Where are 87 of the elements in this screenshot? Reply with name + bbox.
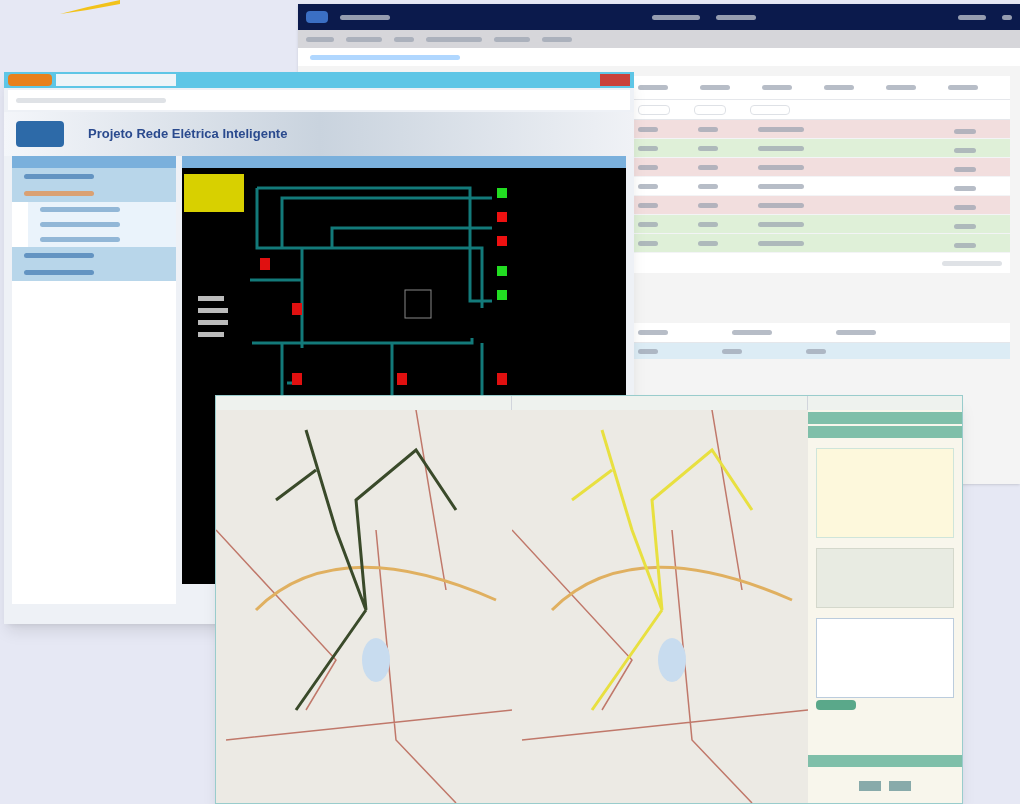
illegible-label	[694, 104, 726, 115]
browser-tab[interactable]	[56, 74, 176, 86]
illegible-label	[638, 85, 668, 90]
illegible-label	[758, 145, 804, 151]
illegible-label	[426, 36, 482, 42]
illegible-label	[762, 85, 792, 90]
illegible-label	[24, 253, 94, 258]
illegible-label	[698, 126, 718, 132]
illegible-label	[24, 270, 94, 275]
illegible-label	[638, 126, 658, 132]
illegible-label	[716, 14, 756, 20]
browser-menu-button[interactable]	[8, 74, 52, 86]
cancel-button[interactable]	[889, 781, 911, 791]
illegible-label	[942, 260, 1002, 266]
sidebar-item[interactable]	[12, 247, 176, 264]
ok-button[interactable]	[859, 781, 881, 791]
illegible-label	[758, 164, 804, 170]
illegible-label	[886, 85, 916, 90]
transformer-symbol	[292, 303, 302, 315]
illegible-label	[954, 148, 976, 153]
measurement-labels-drawing	[198, 296, 228, 337]
illegible-label	[638, 183, 658, 189]
sidebar-item[interactable]	[12, 185, 176, 202]
illegible-label	[1002, 14, 1012, 20]
illegible-label	[732, 330, 772, 335]
accordion-header[interactable]	[808, 755, 962, 767]
logo-icon	[16, 121, 64, 147]
illegible-label	[758, 221, 804, 227]
sidebar-item[interactable]	[12, 168, 176, 185]
action-button[interactable]	[816, 700, 856, 710]
transformer-symbol	[397, 373, 407, 385]
illegible-label	[954, 186, 976, 191]
illegible-label	[824, 85, 854, 90]
illegible-label	[24, 174, 94, 179]
illegible-label	[698, 164, 718, 170]
illegible-label	[24, 191, 94, 196]
illegible-label	[722, 348, 742, 354]
illegible-label	[758, 183, 804, 189]
illegible-label	[638, 240, 658, 246]
illegible-label	[698, 183, 718, 189]
illegible-label	[306, 36, 334, 42]
illegible-label	[698, 221, 718, 227]
illegible-label	[700, 85, 730, 90]
window-close-button[interactable]	[600, 74, 630, 86]
illegible-label	[638, 145, 658, 151]
illegible-label	[638, 348, 658, 354]
illegible-label	[758, 126, 804, 132]
illegible-label	[954, 224, 976, 229]
illegible-label	[958, 14, 986, 20]
station-name-label	[184, 174, 244, 212]
illegible-label	[542, 36, 572, 42]
swoosh-icon	[60, 0, 120, 14]
illegible-label	[652, 14, 700, 20]
illegible-label	[948, 85, 978, 90]
illegible-label	[638, 221, 658, 227]
illegible-label	[638, 104, 670, 115]
illegible-label	[954, 167, 976, 172]
transformer-symbol	[497, 373, 507, 385]
illegible-label	[954, 243, 976, 248]
switch-box	[404, 289, 432, 319]
illegible-label	[494, 36, 530, 42]
illegible-label	[758, 240, 804, 246]
transformer-symbol	[260, 258, 270, 270]
transformer-symbol	[292, 373, 302, 385]
page-title: Projeto Rede Elétrica Inteligente	[88, 125, 288, 144]
accordion-header[interactable]	[808, 426, 962, 438]
illegible-label	[394, 36, 414, 42]
illegible-label	[954, 129, 976, 134]
illegible-label	[346, 36, 382, 42]
illegible-label	[638, 202, 658, 208]
illegible-label	[638, 164, 658, 170]
illegible-label	[750, 104, 790, 115]
illegible-label	[638, 330, 668, 335]
accordion-header[interactable]	[808, 412, 962, 424]
sidebar-subitem[interactable]	[28, 232, 176, 247]
illegible-label	[340, 14, 390, 20]
illegible-label	[806, 348, 826, 354]
illegible-label	[698, 240, 718, 246]
illegible-label	[836, 330, 876, 335]
illegible-label	[698, 202, 718, 208]
sidebar-item[interactable]	[12, 264, 176, 281]
logo-icon	[306, 11, 328, 23]
illegible-label	[954, 205, 976, 210]
sidebar-subitem[interactable]	[28, 202, 176, 217]
address-bar[interactable]	[8, 90, 630, 110]
illegible-label	[698, 145, 718, 151]
illegible-label	[758, 202, 804, 208]
